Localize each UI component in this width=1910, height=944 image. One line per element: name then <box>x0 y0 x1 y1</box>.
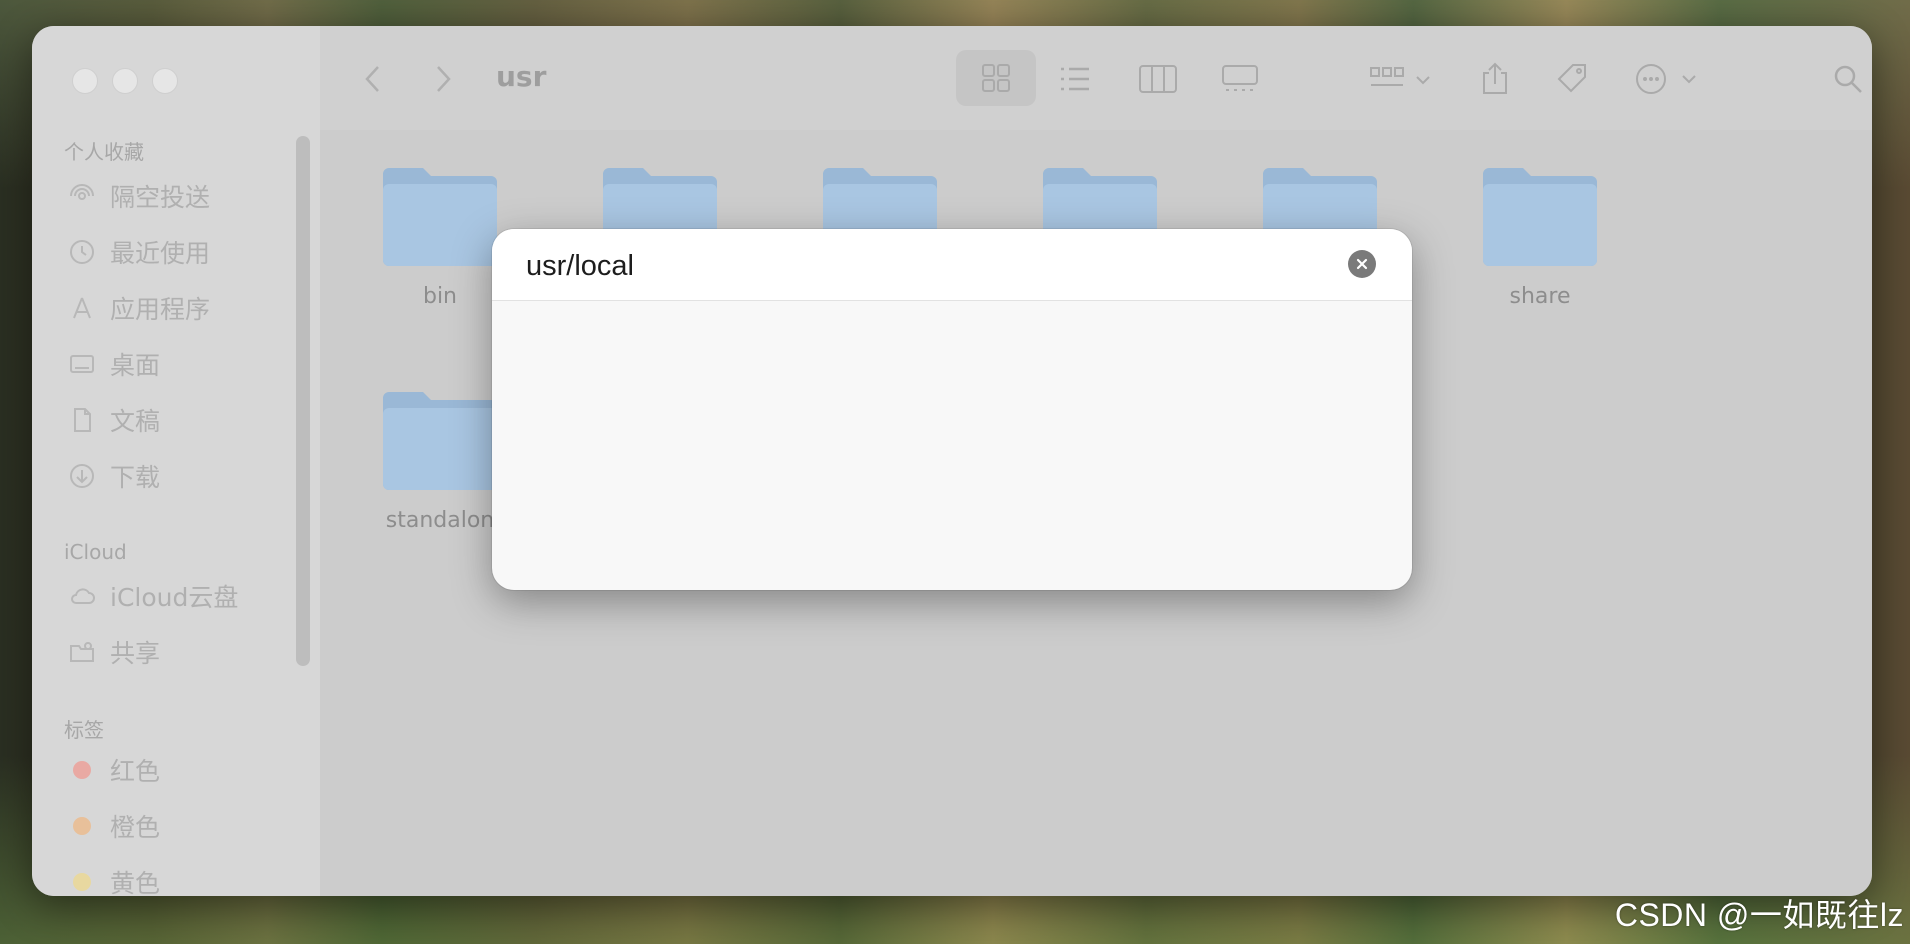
sidebar-item-shared[interactable]: 共享 <box>68 634 160 670</box>
sidebar-scrollbar[interactable] <box>296 136 310 666</box>
icloud-heading: iCloud <box>64 540 127 564</box>
shared-folder-icon <box>68 638 96 666</box>
sidebar-item-icloud-drive[interactable]: iCloud云盘 <box>68 578 238 614</box>
sidebar-item-desktop[interactable]: 桌面 <box>68 346 160 382</box>
sidebar-item-label: 黄色 <box>110 869 161 896</box>
sidebar-item-label: 隔空投送 <box>110 183 211 212</box>
sidebar: 个人收藏 隔空投送 最近使用 应用程序 桌面 文稿 下载 iCloud iClo… <box>32 26 321 896</box>
tags-heading: 标签 <box>64 718 104 742</box>
favorites-heading: 个人收藏 <box>64 140 144 164</box>
desktop-icon <box>68 350 96 378</box>
folder-label: share <box>1509 284 1571 309</box>
gallery-icon <box>1222 65 1258 91</box>
gallery-view-button[interactable] <box>1212 56 1268 102</box>
path-field-row <box>492 229 1412 301</box>
chevron-right-icon <box>437 66 451 92</box>
sidebar-item-airdrop[interactable]: 隔空投送 <box>68 178 210 214</box>
sidebar-item-label: iCloud云盘 <box>110 583 239 612</box>
group-button[interactable] <box>1364 56 1440 102</box>
tag-icon <box>1557 64 1586 93</box>
orange-tag-icon <box>73 817 91 835</box>
close-icon <box>1356 258 1368 270</box>
sidebar-item-tag-red[interactable]: 红色 <box>68 752 160 788</box>
search-button[interactable] <box>1828 56 1868 102</box>
toolbar: usr <box>320 26 1872 131</box>
window-title: usr <box>496 60 547 93</box>
forward-button[interactable] <box>428 56 458 102</box>
share-button[interactable] <box>1470 56 1520 102</box>
airdrop-icon <box>68 182 96 210</box>
sidebar-item-tag-orange[interactable]: 橙色 <box>68 808 160 844</box>
icon-view-button[interactable] <box>956 50 1036 106</box>
more-actions-button[interactable] <box>1630 56 1706 102</box>
search-icon <box>1834 65 1862 93</box>
document-icon <box>68 406 96 434</box>
back-button[interactable] <box>358 56 388 102</box>
sidebar-item-tag-yellow[interactable]: 黄色 <box>68 864 160 896</box>
ellipsis-circle-icon <box>1636 64 1696 94</box>
list-icon <box>1061 67 1089 91</box>
tag-button[interactable] <box>1548 56 1598 102</box>
suggestions-list <box>492 301 1412 590</box>
cloud-icon <box>68 582 96 610</box>
watermark: CSDN @一如既往lz <box>1614 897 1904 933</box>
sidebar-item-label: 最近使用 <box>110 239 211 268</box>
grid-icon <box>982 64 1010 92</box>
path-input[interactable] <box>524 243 1328 289</box>
folder-item[interactable]: share <box>1460 166 1620 309</box>
sidebar-item-recents[interactable]: 最近使用 <box>68 234 210 270</box>
sidebar-item-label: 文稿 <box>110 407 161 436</box>
clear-button[interactable] <box>1348 250 1376 278</box>
sidebar-item-label: 应用程序 <box>110 295 211 324</box>
sidebar-item-label: 共享 <box>110 639 161 668</box>
share-icon <box>1483 62 1507 94</box>
column-view-button[interactable] <box>1130 56 1186 102</box>
close-window-button[interactable] <box>72 68 98 94</box>
sidebar-item-label: 桌面 <box>110 351 161 380</box>
folder-icon <box>383 392 497 490</box>
folder-icon <box>383 168 497 266</box>
list-view-button[interactable] <box>1050 56 1100 102</box>
sidebar-item-documents[interactable]: 文稿 <box>68 402 160 438</box>
download-icon <box>68 462 96 490</box>
sidebar-item-applications[interactable]: 应用程序 <box>68 290 210 326</box>
clock-icon <box>68 238 96 266</box>
sidebar-item-label: 橙色 <box>110 813 161 842</box>
zoom-window-button[interactable] <box>152 68 178 94</box>
applications-icon <box>68 294 96 322</box>
group-icon <box>1370 67 1430 86</box>
yellow-tag-icon <box>73 873 91 891</box>
folder-icon <box>1483 168 1597 266</box>
sidebar-item-label: 下载 <box>110 463 161 492</box>
red-tag-icon <box>73 761 91 779</box>
columns-icon <box>1139 65 1177 93</box>
go-to-folder-dialog <box>492 229 1412 590</box>
sidebar-item-downloads[interactable]: 下载 <box>68 458 160 494</box>
sidebar-item-label: 红色 <box>110 757 161 786</box>
chevron-left-icon <box>365 66 379 92</box>
minimize-window-button[interactable] <box>112 68 138 94</box>
window-controls <box>72 68 178 94</box>
